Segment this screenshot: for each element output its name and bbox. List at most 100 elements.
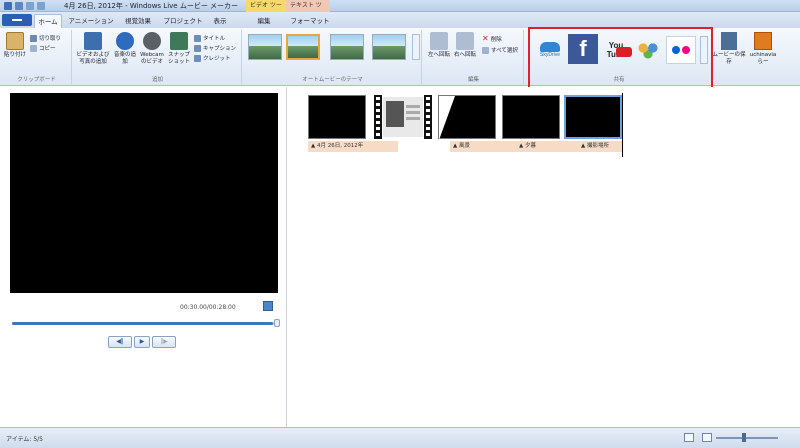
caption-bar[interactable]: ▲ 風景 [450, 141, 516, 152]
video-preview[interactable] [10, 93, 278, 293]
title-icon [194, 34, 201, 42]
popout-preview-icon[interactable] [263, 301, 273, 311]
delete-button[interactable]: ✕ 削除 [482, 34, 502, 43]
theme-thumbnail[interactable] [286, 34, 320, 60]
theme-thumbnail[interactable] [372, 34, 406, 60]
snapshot-button[interactable]: スナップショット [166, 32, 192, 66]
snapshot-label: スナップショット [167, 52, 190, 65]
cut-button[interactable]: 切り取り [30, 34, 61, 42]
rotate-right-icon [456, 32, 474, 50]
clip-thumbnail[interactable] [438, 95, 496, 140]
user-name-label: uchinavia らー [749, 52, 777, 65]
timecode-display: 00:30.00/00:28.00 [180, 304, 236, 311]
add-group-label: 追加 [151, 77, 163, 83]
caption-bar[interactable]: ▲ 撮影場所 [578, 141, 622, 152]
add-videos-photos-button[interactable]: ビデオおよび写真の追加 [74, 32, 112, 66]
storyboard-view-icon[interactable] [684, 433, 694, 442]
delete-label: 削除 [490, 36, 502, 43]
next-frame-button[interactable]: ‖▶ [152, 336, 176, 348]
add-music-button[interactable]: 音楽の追加 [112, 32, 138, 66]
film-strip-edge [374, 95, 382, 139]
status-bar: アイテム: 5/5 [0, 427, 800, 448]
tab-visual-effects[interactable]: 視覚効果 [118, 14, 158, 28]
delete-x-icon: ✕ [482, 34, 489, 43]
tab-animations[interactable]: アニメーション [66, 14, 116, 28]
editing-group-label: 編集 [467, 77, 479, 83]
play-button[interactable]: ▶ [134, 336, 150, 348]
tab-home[interactable]: ホーム [34, 14, 62, 28]
rotate-right-label: 右へ回転 [453, 52, 476, 58]
save-movie-label: ムービーの保存 [712, 52, 746, 65]
video-tools-context-label: ビデオ ツール [246, 0, 286, 21]
caption-bar[interactable]: ▲ 4月 26日, 2012年 [308, 141, 398, 152]
clip-thumbnail[interactable] [308, 95, 366, 139]
rotate-right-button[interactable]: 右へ回転 [452, 32, 478, 59]
thumbnail-size-icon[interactable] [702, 433, 712, 442]
webcam-video-button[interactable]: Webcam のビデオ [138, 32, 166, 66]
redo-icon[interactable] [37, 2, 45, 10]
clip-thumbnail-selected[interactable] [564, 95, 622, 139]
caption-text: 風景 [458, 143, 470, 149]
undo-icon[interactable] [26, 2, 34, 10]
seek-bar-fill [12, 322, 273, 325]
credits-button[interactable]: クレジット [194, 54, 231, 62]
clip-content [383, 97, 423, 137]
zoom-slider[interactable] [716, 437, 778, 439]
tab-edit[interactable]: 編集 [252, 14, 276, 28]
caption-text: 撮影場所 [586, 143, 609, 149]
clipboard-group: 貼り付け 切り取り コピー クリップボード [2, 30, 72, 84]
highlight-box [528, 27, 713, 90]
rotate-left-icon [430, 32, 448, 50]
caption-bar[interactable]: ▲ 夕暮 [516, 141, 578, 152]
credits-label: クレジット [203, 56, 231, 62]
select-all-button[interactable]: すべて選択 [482, 46, 518, 54]
text-tools-context-label: テキスト ツール [286, 0, 330, 21]
caption-text: 4月 26日, 2012年 [316, 143, 364, 149]
file-menu-button[interactable] [2, 14, 32, 26]
window-title: 4月 26日, 2012年 - Windows Live ムービー メーカー [64, 2, 239, 10]
title-button[interactable]: タイトル [194, 34, 225, 42]
copy-label: コピー [39, 46, 56, 52]
title-label: タイトル [203, 36, 226, 42]
tab-view[interactable]: 表示 [208, 14, 232, 28]
film-disk-icon [721, 32, 737, 50]
title-bar: 4月 26日, 2012年 - Windows Live ムービー メーカー ビ… [0, 0, 800, 21]
theme-thumbnail[interactable] [330, 34, 364, 60]
seek-bar-thumb[interactable] [274, 319, 280, 327]
copy-button[interactable]: コピー [30, 44, 56, 52]
film-strip-edge [424, 95, 432, 139]
user-account-button[interactable]: uchinavia らー [748, 32, 778, 66]
automovie-themes-label: オートムービーのテーマ [302, 77, 363, 83]
music-note-icon [116, 32, 134, 50]
caption-text: 夕暮 [524, 143, 536, 149]
caption-button[interactable]: キャプション [194, 44, 236, 52]
theme-gallery-scroll[interactable] [412, 34, 420, 60]
previous-frame-button[interactable]: ◀‖ [108, 336, 132, 348]
snapshot-icon [170, 32, 188, 50]
seek-bar[interactable] [12, 319, 280, 327]
clip-thumbnail[interactable] [502, 95, 560, 139]
clip-thumbnail[interactable] [374, 95, 432, 139]
paste-button[interactable]: 貼り付け [2, 32, 28, 59]
paste-icon [6, 32, 24, 50]
select-all-icon [482, 46, 489, 54]
webcam-icon [143, 32, 161, 50]
quick-access-toolbar [4, 2, 45, 10]
add-videos-label: ビデオおよび写真の追加 [76, 52, 110, 65]
app-menu-icon[interactable] [4, 2, 12, 10]
tab-format[interactable]: フォーマット [290, 14, 330, 28]
zoom-slider-thumb[interactable] [742, 433, 746, 442]
save-icon[interactable] [15, 2, 23, 10]
rotate-left-button[interactable]: 左へ回転 [426, 32, 452, 59]
credits-icon [194, 54, 201, 62]
storyboard: ▲ 4月 26日, 2012年 ▲ 風景 ▲ 夕暮 ▲ 撮影場所 [288, 87, 800, 427]
tab-project[interactable]: プロジェクト [162, 14, 204, 28]
save-movie-button[interactable]: ムービーの保存 [712, 32, 746, 66]
user-avatar-icon [754, 32, 772, 50]
theme-thumbnail[interactable] [248, 34, 282, 60]
cut-label: 切り取り [39, 36, 62, 42]
item-count: アイテム: 5/5 [6, 436, 43, 443]
paste-label: 貼り付け [3, 52, 26, 58]
automovie-themes-group: オートムービーのテーマ [244, 30, 422, 84]
copy-icon [30, 44, 37, 52]
